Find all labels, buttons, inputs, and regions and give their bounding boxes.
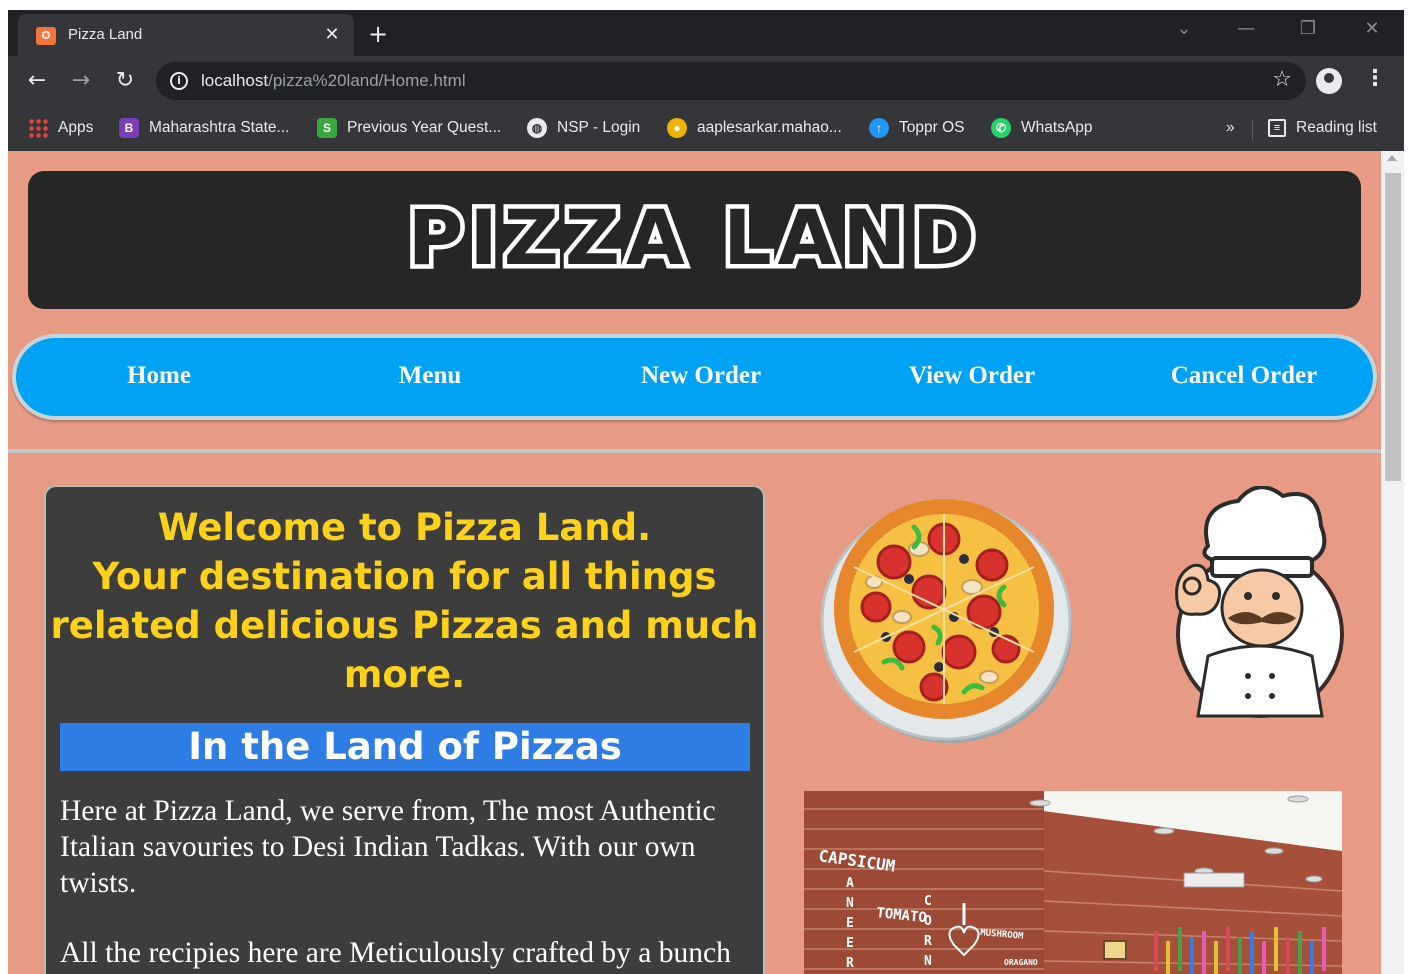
welcome-panel: Welcome to Pizza Land. Your destination … [44, 485, 765, 974]
nav-new-order[interactable]: New Order [591, 362, 811, 390]
scroll-up-arrow-icon[interactable] [1387, 155, 1397, 161]
bookmark-previous-year[interactable]: S Previous Year Quest... [317, 116, 501, 140]
pizza-image [820, 499, 1072, 743]
apps-grid-icon [28, 118, 48, 138]
bookmarks-bar: Apps B Maharashtra State... S Previous Y… [8, 106, 1404, 151]
svg-text:E: E [846, 936, 854, 951]
svg-text:N: N [846, 896, 854, 911]
bookmark-favicon-icon: ↑ [869, 118, 889, 138]
logo-banner: PIZZA LAND [28, 171, 1361, 309]
nav-home[interactable]: Home [49, 362, 269, 390]
globe-icon: ◍ [527, 118, 547, 138]
profile-avatar-icon[interactable] [1316, 68, 1342, 94]
restaurant-interior-image: CAPSICUM TOMATO MUSHROOM ORAGANO ANEER C… [804, 791, 1342, 974]
intro-paragraph: Here at Pizza Land, we serve from, The m… [60, 795, 716, 899]
main-navbar: Home Menu New Order View Order Cancel Or… [12, 334, 1377, 420]
bookmark-favicon-icon: S [317, 118, 337, 138]
browser-chrome: ✪ Pizza Land ✕ + ⌄ — ❐ ✕ ← → ↻ i localho… [8, 10, 1404, 151]
tab-search-icon[interactable]: ⌄ [1164, 18, 1204, 39]
bookmark-nsp-login[interactable]: ◍ NSP - Login [527, 116, 640, 140]
welcome-heading: Welcome to Pizza Land. Your destination … [50, 506, 759, 696]
site-logo[interactable]: PIZZA LAND [28, 189, 1361, 287]
restore-icon[interactable]: ❐ [1288, 18, 1328, 39]
address-bar[interactable]: i localhost/pizza%20land/Home.html ☆ [156, 62, 1306, 100]
bookmark-star-icon[interactable]: ☆ [1272, 67, 1292, 92]
page-scrollbar[interactable] [1381, 151, 1404, 974]
browser-tab[interactable]: ✪ Pizza Land ✕ [18, 14, 354, 56]
reading-list-icon: ≡ [1268, 119, 1286, 137]
intro-paragraph-2: All the recipies here are Meticulously c… [60, 937, 731, 969]
nav-menu[interactable]: Menu [320, 362, 540, 390]
scroll-thumb[interactable] [1385, 173, 1401, 481]
bookmark-maharashtra[interactable]: B Maharashtra State... [119, 116, 289, 140]
xampp-favicon-icon: ✪ [36, 27, 56, 45]
browser-toolbar: ← → ↻ i localhost/pizza%20land/Home.html… [8, 56, 1404, 106]
reload-icon[interactable]: ↻ [110, 66, 140, 96]
svg-text:C: C [924, 894, 932, 909]
url-text[interactable]: localhost/pizza%20land/Home.html [201, 71, 466, 91]
more-bookmarks-icon[interactable]: » [1226, 116, 1235, 140]
whatsapp-icon: ✆ [991, 118, 1011, 138]
close-window-icon[interactable]: ✕ [1352, 18, 1392, 39]
svg-text:R: R [846, 956, 854, 971]
bookmark-favicon-icon: ● [667, 118, 687, 138]
new-tab-icon[interactable]: + [363, 20, 393, 50]
svg-text:E: E [846, 916, 854, 931]
bookmarks-divider [1252, 120, 1253, 140]
svg-text:A: A [846, 876, 854, 891]
bookmark-whatsapp[interactable]: ✆ WhatsApp [991, 116, 1093, 140]
subheading: In the Land of Pizzas [60, 723, 750, 771]
tab-title: Pizza Land [68, 26, 143, 43]
tab-strip: ✪ Pizza Land ✕ + ⌄ — ❐ ✕ [8, 10, 1404, 56]
minimize-icon[interactable]: — [1226, 18, 1266, 39]
svg-text:N: N [924, 954, 932, 969]
reading-list-button[interactable]: ≡ Reading list [1268, 116, 1377, 140]
svg-text:R: R [924, 934, 932, 949]
section-divider [8, 449, 1381, 453]
forward-icon[interactable]: → [66, 66, 96, 96]
close-tab-icon[interactable]: ✕ [320, 23, 344, 47]
bookmark-apps[interactable]: Apps [28, 116, 93, 140]
nav-view-order[interactable]: View Order [862, 362, 1082, 390]
bookmark-toppr[interactable]: ↑ Toppr OS [869, 116, 964, 140]
site-info-icon[interactable]: i [170, 72, 188, 90]
page-viewport: PIZZA LAND Home Menu New Order View Orde… [8, 151, 1381, 974]
chef-image [1175, 486, 1344, 718]
back-icon[interactable]: ← [22, 66, 52, 96]
nav-cancel-order[interactable]: Cancel Order [1134, 362, 1354, 390]
bookmark-favicon-icon: B [119, 118, 139, 138]
menu-kebab-icon[interactable]: ⋮ [1364, 66, 1386, 91]
wall-word: ORAGANO [1004, 958, 1038, 967]
svg-text:O: O [924, 914, 932, 929]
bookmark-aaplesarkar[interactable]: ● aaplesarkar.mahao... [667, 116, 842, 140]
